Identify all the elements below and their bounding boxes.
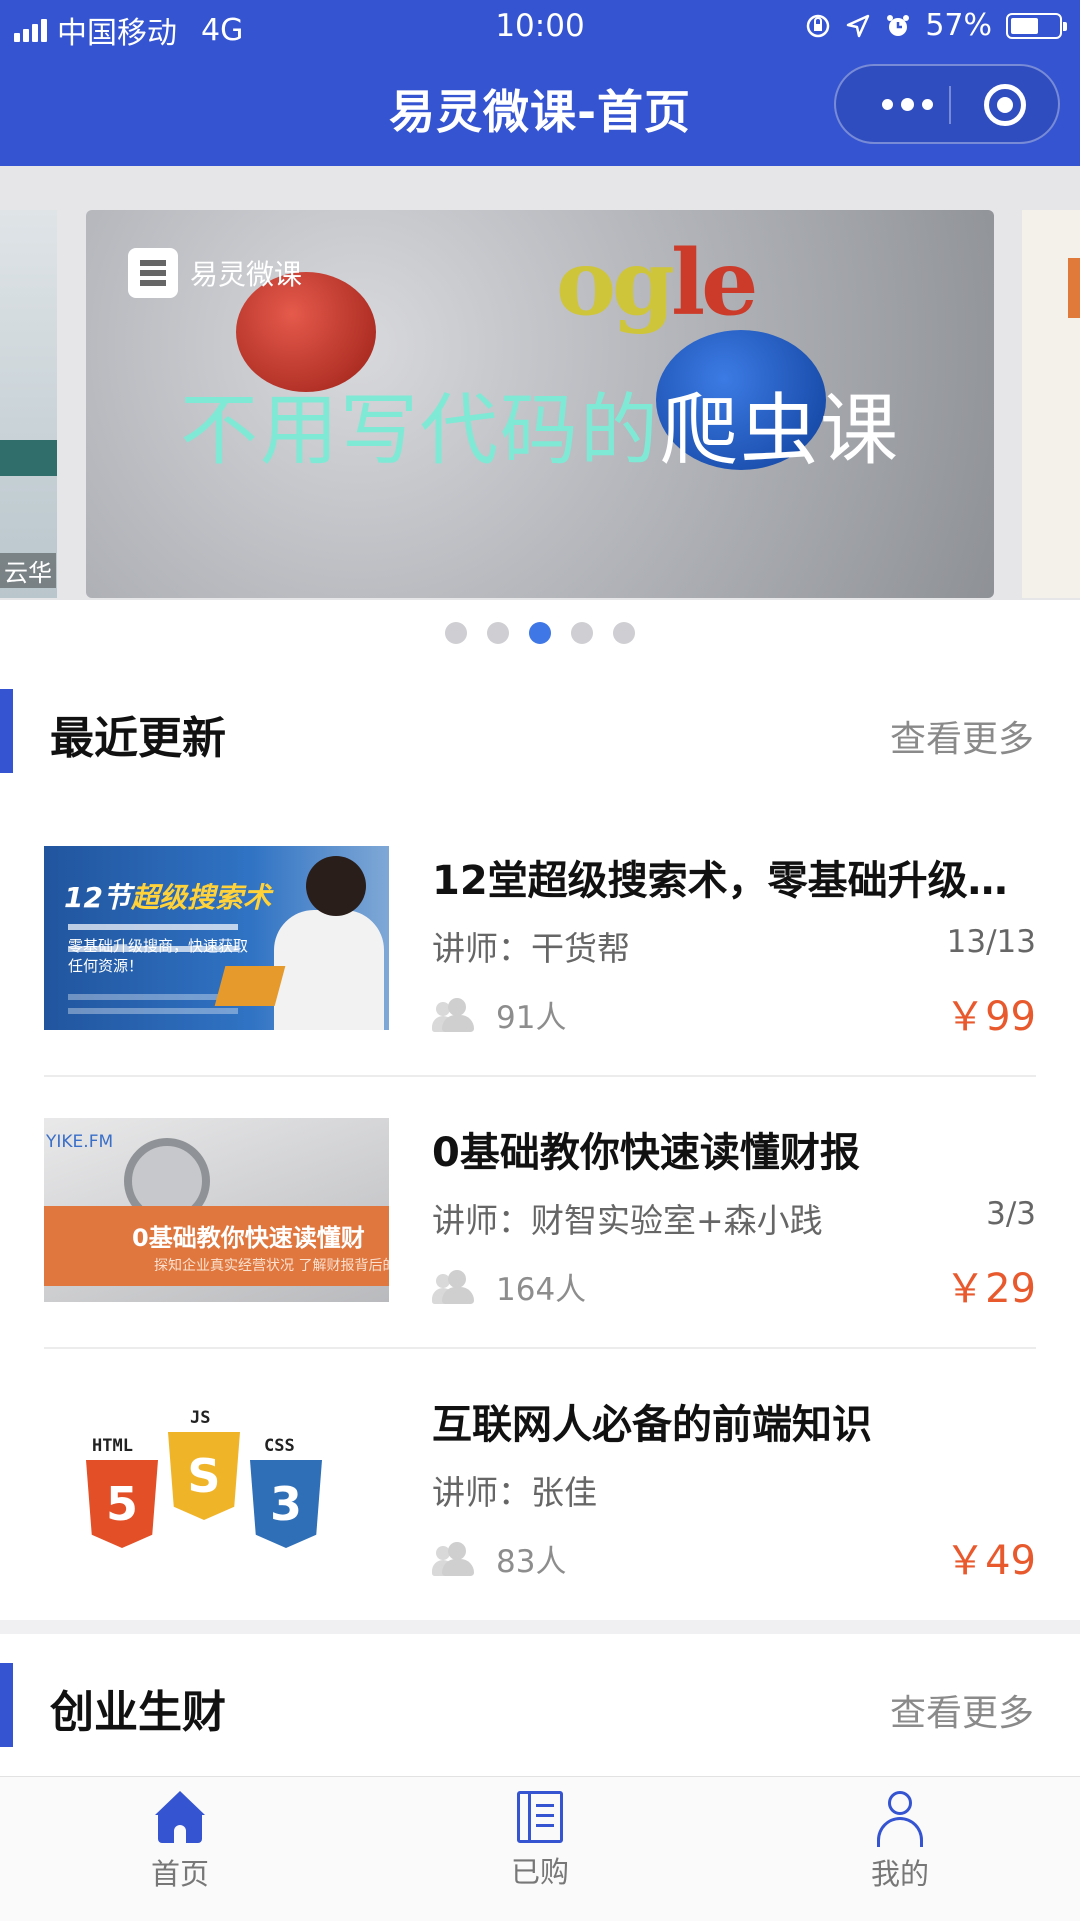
course-enrollment: 91人: [432, 992, 566, 1037]
course-teacher: 讲师：张佳: [432, 1473, 597, 1512]
course-price: ￥99: [945, 994, 1036, 1040]
course-item[interactable]: 12节超级搜索术 零基础升级搜商，快速获取任何资源！ 12堂超级搜索术，零基础升…: [44, 846, 1036, 1040]
see-more-link[interactable]: 查看更多: [890, 1684, 1034, 1736]
section-title: 创业生财: [50, 1687, 226, 1738]
course-item[interactable]: YIKE.FM 0基础教你快速读懂财 探知企业真实经营状况 了解财报背后的 0基…: [44, 1118, 1036, 1312]
css3-icon: 3: [250, 1460, 322, 1548]
section-title: 最近更新: [50, 713, 226, 764]
carousel-dot[interactable]: [613, 622, 635, 644]
section-accent-bar: [0, 1663, 13, 1747]
battery-percent: 57%: [925, 8, 992, 43]
carousel-dot[interactable]: [487, 622, 509, 644]
carousel-indicator: [0, 622, 1080, 644]
course-thumbnail: 12节超级搜索术 零基础升级搜商，快速获取任何资源！: [44, 846, 389, 1030]
banner-slide-next[interactable]: [1022, 210, 1080, 598]
course-enrollment: 164人: [432, 1264, 586, 1309]
see-more-link[interactable]: 查看更多: [890, 710, 1034, 762]
banner-slide-current[interactable]: ogle 易灵微课 不用写代码的爬虫课: [86, 210, 994, 598]
thumb-title: 0基础教你快速读懂财: [132, 1224, 365, 1252]
tab-mine-label: 我的: [870, 1857, 929, 1891]
course-title: 12堂超级搜索术，零基础升级搜商，快速获取任何资源！: [432, 858, 1036, 904]
thumb-brand: YIKE.FM: [46, 1132, 114, 1152]
course-teacher: 讲师：干货帮: [432, 929, 630, 968]
brand-logo-icon: [128, 248, 178, 298]
status-right: 57%: [805, 8, 1067, 43]
html-label: HTML: [92, 1436, 133, 1456]
banner-slide-prev[interactable]: 云华: [0, 210, 57, 598]
banner-headline-part2: 爬虫课: [660, 386, 901, 476]
course-progress: 3/3: [986, 1196, 1036, 1232]
tab-purchased[interactable]: 已购: [440, 1791, 640, 1891]
banner-headline: 不用写代码的爬虫课: [86, 368, 994, 480]
thumb-title: 12节超级搜索术: [64, 881, 271, 914]
banner-brand-logo: 易灵微课: [128, 248, 302, 298]
tab-mine[interactable]: 我的: [800, 1791, 1000, 1893]
section-accent-bar: [0, 689, 13, 773]
css-label: CSS: [264, 1436, 295, 1456]
banner-prev-label: 云华: [0, 553, 56, 588]
home-icon: [155, 1791, 205, 1845]
top-bar: 中国移动 4G 10:00 57% 易灵微课-首页: [0, 0, 1080, 166]
list-divider: [44, 1075, 1036, 1077]
course-teacher: 讲师：财智实验室+森小践: [432, 1201, 823, 1240]
course-progress: 13/13: [946, 924, 1036, 960]
course-thumbnail: YIKE.FM 0基础教你快速读懂财 探知企业真实经营状况 了解财报背后的: [44, 1118, 389, 1302]
miniprogram-capsule: [834, 64, 1060, 144]
course-price: ￥49: [945, 1538, 1036, 1584]
people-icon: [432, 997, 476, 1032]
html5-icon: 5: [86, 1460, 158, 1548]
banner-google-text: ogle: [556, 230, 758, 336]
tab-home[interactable]: 首页: [80, 1791, 280, 1893]
close-miniprogram-button[interactable]: [984, 84, 1026, 126]
section-startup-header: 创业生财 查看更多: [0, 1660, 1080, 1750]
alarm-icon: [887, 14, 910, 36]
enrollment-count: 83人: [496, 1544, 567, 1580]
location-icon: [847, 14, 870, 37]
people-icon: [432, 1541, 476, 1576]
carousel-dot[interactable]: [529, 622, 551, 644]
tab-home-label: 首页: [150, 1857, 209, 1891]
list-divider: [44, 1347, 1036, 1349]
bottom-tab-bar: 首页 已购 我的: [0, 1776, 1080, 1921]
banner-carousel[interactable]: 云华 ogle 易灵微课 不用写代码的爬虫课: [0, 166, 1080, 600]
enrollment-count: 91人: [496, 1000, 567, 1036]
js-label: JS: [190, 1408, 211, 1428]
carousel-dot[interactable]: [571, 622, 593, 644]
people-icon: [432, 1269, 476, 1304]
thumb-subtitle: 探知企业真实经营状况 了解财报背后的: [154, 1258, 389, 1274]
course-title: 0基础教你快速读懂财报: [432, 1130, 860, 1176]
js-icon: S: [168, 1432, 240, 1520]
more-menu-button[interactable]: [872, 66, 942, 142]
battery-fill: [1011, 17, 1038, 34]
status-bar: 中国移动 4G 10:00 57%: [0, 0, 1080, 54]
enrollment-count: 164人: [496, 1272, 587, 1308]
course-price: ￥29: [945, 1266, 1036, 1312]
course-thumbnail: HTML JS CSS 5 S 3: [44, 1390, 389, 1574]
user-icon: [875, 1791, 925, 1847]
course-title: 互联网人必备的前端知识: [432, 1402, 872, 1448]
course-enrollment: 83人: [432, 1536, 566, 1581]
book-icon: [517, 1791, 563, 1843]
orientation-lock-icon: [807, 14, 830, 37]
course-item[interactable]: HTML JS CSS 5 S 3 互联网人必备的前端知识 讲师：张佳 83人 …: [44, 1390, 1036, 1584]
banner-headline-part1: 不用写代码的: [179, 386, 660, 476]
section-recent-header: 最近更新 查看更多: [0, 686, 1080, 776]
tab-purchased-label: 已购: [510, 1855, 569, 1889]
carousel-dot[interactable]: [445, 622, 467, 644]
battery-icon: [1006, 12, 1067, 39]
banner-brand-name: 易灵微课: [190, 258, 303, 291]
section-separator: [0, 1620, 1080, 1634]
